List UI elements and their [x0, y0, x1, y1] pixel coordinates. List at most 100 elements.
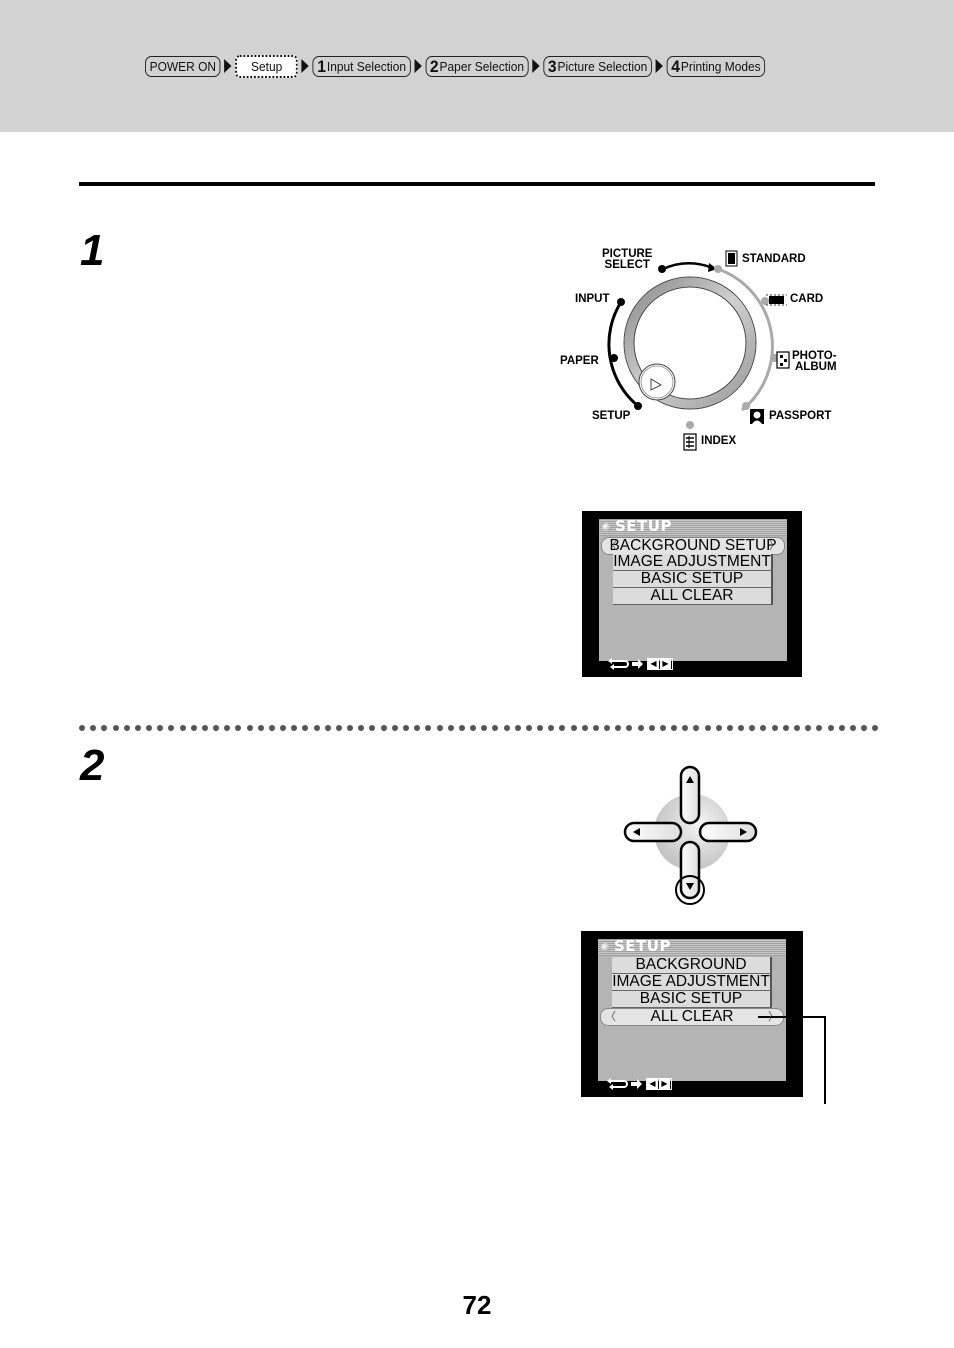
lcd-menu-item-selected[interactable]: 〈ALL CLEAR〉: [600, 1008, 784, 1026]
separator-dot: [347, 725, 354, 731]
page-number: 72: [462, 1290, 492, 1320]
crumb-label: Picture Selection: [557, 58, 648, 74]
dot-picture-select: [658, 265, 666, 273]
crumb-label: Paper Selection: [439, 58, 524, 74]
lcd-left-arrow-icon: 〈: [605, 1011, 616, 1023]
lcd-menu-item[interactable]: BASIC SETUP: [613, 571, 773, 588]
step-number-2: 2: [80, 741, 105, 790]
crumb-setup[interactable]: Setup: [235, 54, 298, 78]
crumb-arrow-icon: [532, 59, 540, 73]
separator-dot: [626, 725, 633, 731]
left-right-keys-icon: ◀ ▶: [646, 1078, 672, 1090]
separator-dot: [615, 725, 622, 731]
arrow-right-icon: [631, 1079, 642, 1089]
callout-line-vertical: [824, 1016, 826, 1104]
step-number-1: 1: [80, 226, 105, 275]
separator-dot: [224, 725, 231, 731]
separator-dot: [146, 725, 153, 731]
crumb-number: 3: [547, 56, 557, 76]
lcd-display: SETUP 〈 BACKGROUND SETUP 〉 IMAGE ADJUSTMEN…: [599, 517, 787, 661]
separator-dot: [425, 725, 432, 731]
lcd-menu-item[interactable]: IMAGE ADJUSTMENT: [612, 974, 772, 991]
title-rule: [79, 182, 875, 186]
label-index: INDEX: [701, 435, 737, 447]
crumb-printing-modes[interactable]: 4 Printing Modes: [666, 55, 766, 77]
dot-input: [617, 298, 625, 306]
dot-setup: [634, 402, 642, 410]
separator-dot: [257, 725, 264, 731]
separator-dot: [79, 725, 85, 731]
lcd-title-bar: SETUP: [598, 937, 786, 956]
lcd-bullet-icon: [601, 943, 610, 952]
label-text: ALBUM: [795, 361, 837, 373]
separator-dot: [514, 725, 521, 731]
lcd-title: SETUP: [614, 937, 671, 955]
crumb-input-selection[interactable]: 1 Input Selection: [312, 55, 411, 77]
dial-pointer-circle: [638, 363, 676, 401]
separator-dot: [458, 725, 465, 731]
dot-card: [761, 297, 769, 305]
separator-dot: [280, 725, 287, 731]
separator-dot: [749, 725, 756, 731]
crumb-arrow-icon: [655, 59, 663, 73]
dot-paper: [610, 354, 618, 362]
lcd-menu-item[interactable]: ALL CLEAR: [613, 588, 773, 605]
separator-dot: [436, 725, 443, 731]
crumb-paper-selection[interactable]: 2 Paper Selection: [425, 55, 529, 77]
separator-dot: [659, 725, 666, 731]
crumb-picture-selection[interactable]: 3 Picture Selection: [543, 55, 652, 77]
separator-dot: [302, 725, 309, 731]
separator-dot: [369, 725, 376, 731]
crumb-power-on[interactable]: POWER ON: [145, 55, 221, 77]
separator-dot: [391, 725, 398, 731]
separator-dot: [637, 725, 644, 731]
lcd-menu-item[interactable]: IMAGE ADJUSTMENT: [613, 554, 773, 571]
crumb-label: Setup: [251, 58, 283, 74]
separator-dot: [190, 725, 197, 731]
dpad-graphic: [623, 765, 758, 905]
separator-dot: [693, 725, 700, 731]
label-card: CARD: [790, 293, 824, 305]
lcd-footer: ◀ ▶: [606, 1077, 672, 1091]
lcd-right-arrow-icon: 〉: [769, 540, 780, 552]
label-paper: PAPER: [560, 355, 599, 367]
separator-dot: [503, 725, 510, 731]
crumb-arrow-icon: [224, 59, 232, 73]
separator-dot: [157, 725, 164, 731]
separator-dot: [715, 725, 722, 731]
mode-dial-illustration: PICTURE SELECT INPUT PAPER SETUP INDEX PA…: [555, 240, 855, 460]
lcd-menu-item[interactable]: BASIC SETUP: [612, 991, 772, 1008]
separator-dot: [525, 725, 532, 731]
lcd-bullet-icon: [602, 523, 611, 532]
separator-dot: [805, 725, 812, 731]
crumb-number: 1: [317, 56, 326, 76]
crumb-arrow-icon: [414, 59, 422, 73]
label-setup: SETUP: [592, 410, 631, 422]
breadcrumb: POWER ON Setup 1 Input Selection 2 Paper S…: [145, 54, 766, 78]
separator-dot: [548, 725, 555, 731]
separator-dot: [123, 725, 130, 731]
separator-dot: [101, 725, 108, 731]
return-icon: [608, 658, 629, 670]
dot-passport: [742, 402, 750, 410]
separator-dot: [313, 725, 320, 731]
picture-select-arrow: [662, 262, 714, 271]
separator-dot: [760, 725, 767, 731]
dpad-right-button: [698, 821, 758, 843]
separator-dot: [235, 725, 242, 731]
dpad-up-button: [679, 765, 701, 825]
crumb-label: Printing Modes: [680, 58, 761, 74]
separator-dot: [537, 725, 544, 731]
lcd-menu-item[interactable]: BACKGROUND SETUP: [612, 957, 772, 989]
lcd-screen-step1: SETUP 〈 BACKGROUND SETUP 〉 IMAGE ADJUSTMEN…: [582, 511, 802, 677]
label-standard: STANDARD: [742, 253, 806, 265]
separator-dot: [682, 725, 689, 731]
separator-dot: [604, 725, 611, 731]
lcd-left-arrow-icon: 〈: [606, 540, 617, 552]
separator-dot: [827, 725, 834, 731]
dotted-separator: [79, 725, 879, 733]
separator-dot: [782, 725, 789, 731]
separator-dot: [771, 725, 778, 731]
dot-standard: [714, 265, 722, 273]
separator-dot: [872, 725, 879, 731]
